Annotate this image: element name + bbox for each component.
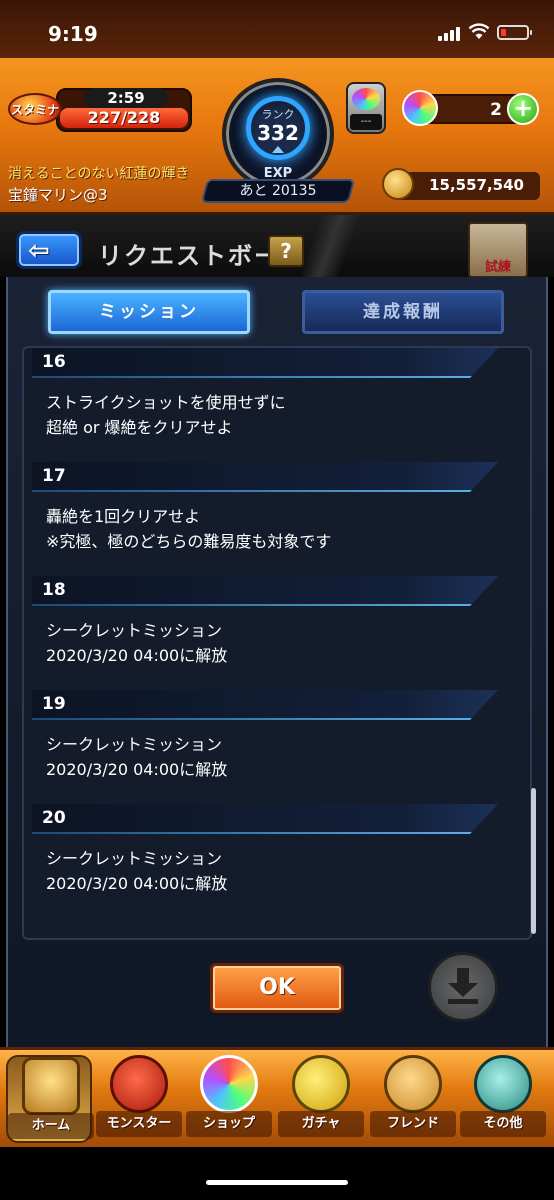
nav-other-label: その他: [460, 1111, 546, 1137]
other-icon: [474, 1055, 532, 1113]
list-item: 16 ストライクショットを使用せずに 超絶 or 爆絶をクリアせよ: [32, 348, 500, 440]
nav-friend-label: フレンド: [370, 1111, 456, 1137]
stamina-value: 227/228: [87, 108, 161, 127]
mission-line-2: 2020/3/20 04:00に解放: [46, 874, 228, 893]
exp-remaining: あと 20135: [239, 183, 317, 199]
nav-home-label: ホーム: [8, 1113, 94, 1139]
download-arrow-icon: [448, 968, 478, 1004]
rank-label: ランク: [261, 108, 295, 121]
player-name: 宝鐘マリン@3: [8, 186, 108, 204]
back-arrow-icon: ⇦: [28, 236, 50, 266]
status-bar: 9:19: [0, 0, 554, 58]
stamina-badge: スタミナ: [8, 93, 62, 125]
home-indicator[interactable]: [206, 1180, 348, 1185]
mission-description: シークレットミッション 2020/3/20 04:00に解放: [46, 618, 500, 668]
orb-icon: [402, 90, 438, 126]
friend-icon: [384, 1055, 442, 1113]
nav-monster[interactable]: モンスター: [96, 1055, 182, 1143]
nav-monster-label: モンスター: [96, 1111, 182, 1137]
mission-line-2: ※究極、極のどちらの難易度も対象です: [46, 532, 332, 551]
orb-count: 2: [490, 100, 502, 120]
stamina-timer: 2:59: [84, 88, 168, 108]
list-item: 17 轟絶を1回クリアせよ ※究極、極のどちらの難易度も対象です: [32, 462, 500, 554]
monster-icon: [110, 1055, 168, 1113]
mission-list[interactable]: 16 ストライクショットを使用せずに 超絶 or 爆絶をクリアせよ 17 轟絶を…: [22, 346, 532, 940]
mission-description: シークレットミッション 2020/3/20 04:00に解放: [46, 732, 500, 782]
nav-other[interactable]: その他: [460, 1055, 546, 1143]
home-icon: [22, 1057, 80, 1115]
add-orb-button[interactable]: +: [507, 93, 539, 125]
mission-header: 16: [32, 348, 498, 378]
rank-up-arrow-icon: [272, 146, 284, 153]
gacha-egg-icon: [292, 1055, 350, 1113]
list-item: 20 シークレットミッション 2020/3/20 04:00に解放: [32, 804, 500, 896]
mission-number: 18: [42, 580, 66, 600]
mission-line-2: 2020/3/20 04:00に解放: [46, 646, 228, 665]
ticket-gem-icon: [352, 88, 380, 110]
mission-number: 19: [42, 694, 66, 714]
mission-header: 17: [32, 462, 498, 492]
tab-rewards[interactable]: 達成報酬: [302, 290, 504, 334]
help-button[interactable]: ?: [268, 235, 304, 267]
rank-value: 332: [257, 121, 299, 145]
mission-line-1: シークレットミッション: [46, 621, 223, 640]
ok-button[interactable]: OK: [210, 963, 344, 1013]
mission-number: 20: [42, 808, 66, 828]
ticket-slot: ---: [350, 114, 382, 130]
mission-line-1: 轟絶を1回クリアせよ: [46, 507, 201, 526]
list-item: 18 シークレットミッション 2020/3/20 04:00に解放: [32, 576, 500, 668]
cellular-signal-icon: [438, 25, 462, 41]
mission-description: 轟絶を1回クリアせよ ※究極、極のどちらの難易度も対象です: [46, 504, 500, 554]
mission-line-1: ストライクショットを使用せずに: [46, 393, 286, 412]
mission-number: 16: [42, 352, 66, 372]
nav-gacha-label: ガチャ: [278, 1111, 364, 1137]
home-indicator-area: [0, 1147, 554, 1200]
mission-line-2: 超絶 or 爆絶をクリアせよ: [46, 418, 233, 437]
nav-gacha[interactable]: ガチャ: [278, 1055, 364, 1143]
mission-line-2: 2020/3/20 04:00に解放: [46, 760, 228, 779]
tab-missions[interactable]: ミッション: [48, 290, 250, 334]
nav-friend[interactable]: フレンド: [370, 1055, 456, 1143]
mission-line-1: シークレットミッション: [46, 849, 223, 868]
mission-header: 18: [32, 576, 498, 606]
nav-home[interactable]: ホーム: [6, 1055, 94, 1143]
coin-count: 15,557,540: [429, 176, 524, 194]
wifi-icon: [468, 23, 490, 39]
mission-line-1: シークレットミッション: [46, 735, 223, 754]
player-title: 消えることのない紅蓮の輝き: [8, 166, 190, 182]
nav-shop-label: ショップ: [186, 1111, 272, 1137]
list-item: 19 シークレットミッション 2020/3/20 04:00に解放: [32, 690, 500, 782]
list-scrollbar-thumb[interactable]: [531, 788, 536, 934]
status-time: 9:19: [48, 22, 98, 46]
mission-header: 20: [32, 804, 498, 834]
nav-shop[interactable]: ショップ: [186, 1055, 272, 1143]
coin-icon: [382, 168, 414, 200]
shop-orb-icon: [200, 1055, 258, 1113]
event-banner-icon[interactable]: 試練: [468, 222, 528, 278]
mission-description: ストライクショットを使用せずに 超絶 or 爆絶をクリアせよ: [46, 390, 500, 440]
mission-number: 17: [42, 466, 66, 486]
mission-description: シークレットミッション 2020/3/20 04:00に解放: [46, 846, 500, 896]
mission-header: 19: [32, 690, 498, 720]
battery-icon: [497, 25, 532, 40]
